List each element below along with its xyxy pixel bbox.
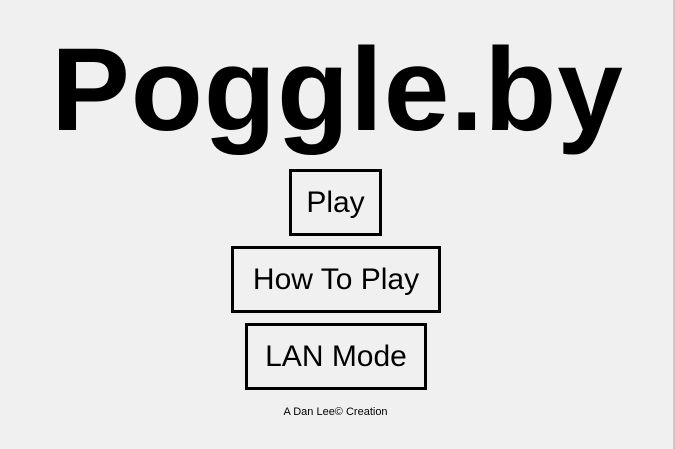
play-button-label: Play [306, 185, 365, 219]
lan-mode-button[interactable]: LAN Mode [245, 323, 427, 390]
game-title: Poggle.by [51, 24, 624, 156]
credit-text: A Dan Lee© Creation [283, 406, 388, 418]
how-to-play-button-label: How To Play [252, 262, 420, 296]
lan-mode-button-label: LAN Mode [265, 339, 407, 373]
how-to-play-button[interactable]: How To Play [231, 246, 441, 313]
play-button[interactable]: Play [289, 169, 382, 236]
